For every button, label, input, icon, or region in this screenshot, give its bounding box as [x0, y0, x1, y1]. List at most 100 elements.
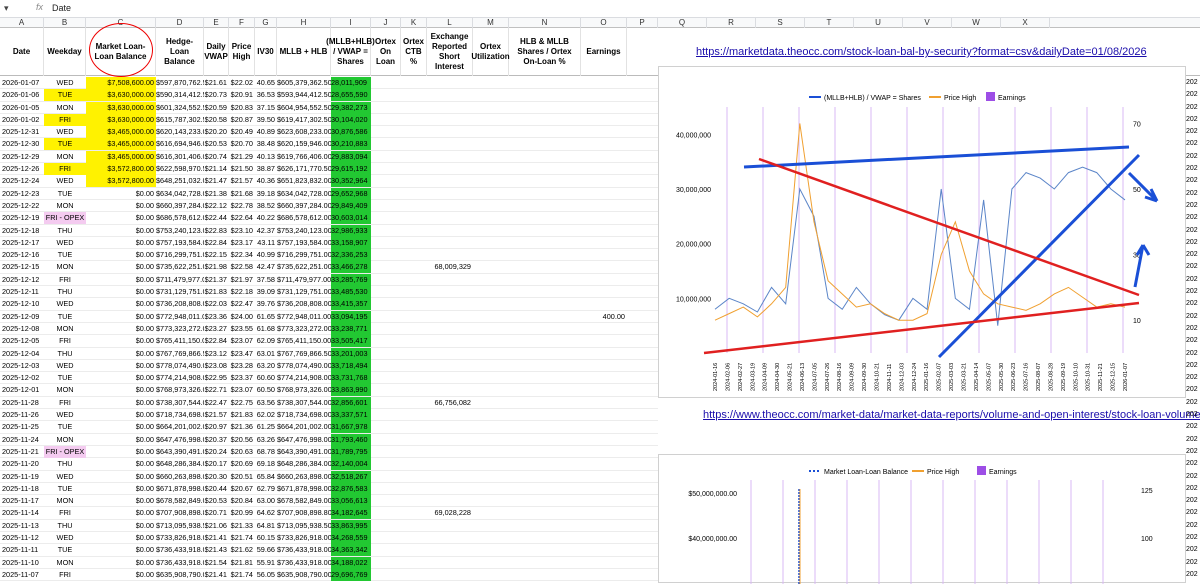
right-edge-cell[interactable]: 202: [1186, 458, 1200, 470]
table-row[interactable]: 2026-01-06TUE$3,630,000.00$590,314,412.5…: [0, 89, 658, 102]
column-letter[interactable]: H: [277, 18, 331, 28]
cell-market-loan[interactable]: $0.00: [86, 311, 156, 323]
cell-shares[interactable]: 34,188,022: [331, 556, 371, 569]
cell-iv30[interactable]: 36.53: [255, 89, 277, 101]
cell-earnings[interactable]: [581, 261, 627, 273]
column-letter[interactable]: K: [401, 18, 427, 28]
table-row[interactable]: 2025-12-16TUE$0.00$716,299,751.00$22.15$…: [0, 249, 658, 262]
cell-market-loan[interactable]: $0.00: [86, 188, 156, 200]
cell-ortex-on-loan[interactable]: [371, 89, 401, 101]
cell-weekday[interactable]: WED: [44, 175, 86, 187]
cell-mllb-hlb[interactable]: $731,129,751.00: [277, 286, 331, 298]
cell-iv30[interactable]: 37.15: [255, 102, 277, 114]
cell-mllb-hlb[interactable]: $765,411,150.00: [277, 335, 331, 347]
cell-ortex-on-loan[interactable]: [371, 384, 401, 396]
cell-price-high[interactable]: $21.62: [229, 544, 255, 556]
cell-shares[interactable]: 29,652,968: [331, 187, 371, 200]
cell-mllb-hlb[interactable]: $707,908,898.80: [277, 507, 331, 519]
cell-date[interactable]: 2025-11-11: [0, 544, 44, 556]
cell-mllb-hlb[interactable]: $664,201,002.00: [277, 421, 331, 433]
cell-exchange-si[interactable]: [427, 212, 473, 224]
cell-vwap[interactable]: $20.37: [204, 434, 229, 446]
cell-weekday[interactable]: TUE: [44, 138, 86, 151]
cell-weekday[interactable]: WED: [44, 409, 86, 421]
cell-ortex-on-loan[interactable]: [371, 557, 401, 569]
column-letter[interactable]: J: [371, 18, 401, 28]
cell-shares[interactable]: 30,603,014: [331, 212, 371, 225]
cell-mllb-hlb[interactable]: $716,299,751.00: [277, 249, 331, 261]
cell-date[interactable]: 2025-11-07: [0, 569, 44, 581]
cell-exchange-si[interactable]: [427, 421, 473, 433]
cell-shares[interactable]: 32,336,253: [331, 249, 371, 262]
cell-ortex-on-loan[interactable]: [371, 311, 401, 323]
cell-hedge-loan[interactable]: $735,622,251.00: [156, 261, 204, 273]
cell-iv30[interactable]: 63.20: [255, 360, 277, 372]
right-edge-cell[interactable]: 202: [1186, 397, 1200, 409]
cell-weekday[interactable]: FRI: [44, 274, 86, 286]
cell-weekday[interactable]: WED: [44, 126, 86, 138]
cell-hedge-loan[interactable]: $664,201,002.00: [156, 421, 204, 433]
cell-ortex-on-loan[interactable]: [371, 507, 401, 519]
table-row[interactable]: 2025-12-22MON$0.00$660,397,284.00$22.12$…: [0, 199, 658, 213]
cell-market-loan[interactable]: $3,630,000.00: [86, 89, 156, 102]
cell-date[interactable]: 2025-12-23: [0, 188, 44, 200]
cell-iv30[interactable]: 39.18: [255, 188, 277, 200]
cell-hedge-loan[interactable]: $601,324,552.50: [156, 102, 204, 114]
table-row[interactable]: 2025-12-04THU$0.00$767,769,866.50$23.12$…: [0, 347, 658, 360]
cell-mllb-hlb[interactable]: $753,240,123.00: [277, 225, 331, 237]
cell-exchange-si[interactable]: [427, 335, 473, 347]
cell-shares[interactable]: 30,210,883: [331, 138, 371, 151]
cell-earnings[interactable]: [581, 237, 627, 249]
cell-hedge-loan[interactable]: $616,694,946.00: [156, 138, 204, 150]
cell-hedge-loan[interactable]: $707,908,898.80: [156, 507, 204, 519]
cell-iv30[interactable]: 42.47: [255, 261, 277, 273]
occ-volume-link[interactable]: https://www.theocc.com/market-data/marke…: [703, 409, 1200, 421]
cell-vwap[interactable]: $20.59: [204, 102, 229, 114]
cell-vwap[interactable]: $21.38: [204, 188, 229, 200]
cell-weekday[interactable]: TUE: [44, 249, 86, 261]
column-letter[interactable]: Q: [658, 18, 707, 28]
column-letter[interactable]: F: [229, 18, 255, 28]
cell-mllb-hlb[interactable]: $711,479,977.00: [277, 274, 331, 286]
right-edge-cell[interactable]: 202: [1186, 175, 1200, 187]
right-edge-cell[interactable]: 202: [1186, 532, 1200, 544]
right-edge-cell[interactable]: 202: [1186, 483, 1200, 495]
cell-shares[interactable]: 33,238,771: [331, 322, 371, 335]
cell-exchange-si[interactable]: 66,756,082: [427, 397, 473, 409]
cell-weekday[interactable]: MON: [44, 102, 86, 114]
column-letter[interactable]: X: [1001, 18, 1050, 28]
shares-price-chart[interactable]: (MLLB+HLB) / VWAP = Shares Price High Earn…: [658, 66, 1186, 398]
cell-iv30[interactable]: 38.48: [255, 138, 277, 150]
cell-date[interactable]: 2025-11-13: [0, 520, 44, 532]
cell-date[interactable]: 2025-11-24: [0, 434, 44, 446]
table-row[interactable]: 2026-01-05MON$3,630,000.00$601,324,552.5…: [0, 101, 658, 114]
cell-earnings[interactable]: [581, 544, 627, 556]
cell-price-high[interactable]: $21.36: [229, 421, 255, 433]
cell-price-high[interactable]: $21.97: [229, 274, 255, 286]
cell-ortex-on-loan[interactable]: [371, 163, 401, 175]
cell-shares[interactable]: 33,285,769: [331, 273, 371, 286]
right-edge-cell[interactable]: 202: [1186, 384, 1200, 396]
market-loan-chart[interactable]: Market Loan-Loan Balance Price High Earnin…: [658, 454, 1186, 584]
table-row[interactable]: 2025-12-05FRI$0.00$765,411,150.00$22.84$…: [0, 335, 658, 348]
cell-price-high[interactable]: $20.83: [229, 102, 255, 114]
cell-shares[interactable]: 34,182,645: [331, 507, 371, 520]
cell-mllb-hlb[interactable]: $648,286,384.00: [277, 458, 331, 470]
cell-weekday[interactable]: WED: [44, 360, 86, 372]
cell-ortex-on-loan[interactable]: [371, 200, 401, 212]
cell-hedge-loan[interactable]: $660,263,898.00: [156, 471, 204, 483]
cell-weekday[interactable]: THU: [44, 520, 86, 532]
cell-hedge-loan[interactable]: $773,323,272.00: [156, 323, 204, 335]
cell-exchange-si[interactable]: [427, 532, 473, 544]
cell-ortex-on-loan[interactable]: [371, 335, 401, 347]
cell-exchange-si[interactable]: [427, 237, 473, 249]
cell-mllb-hlb[interactable]: $623,608,233.00: [277, 126, 331, 138]
cell-hedge-loan[interactable]: $635,908,790.00: [156, 569, 204, 581]
cell-market-loan[interactable]: $0.00: [86, 409, 156, 421]
cell-market-loan[interactable]: $0.00: [86, 421, 156, 433]
cell-price-high[interactable]: $20.49: [229, 126, 255, 138]
cell-shares[interactable]: 33,731,768: [331, 372, 371, 385]
cell-earnings[interactable]: [581, 151, 627, 163]
cell-hedge-loan[interactable]: $738,307,544.00: [156, 397, 204, 409]
cell-date[interactable]: 2025-11-19: [0, 471, 44, 483]
